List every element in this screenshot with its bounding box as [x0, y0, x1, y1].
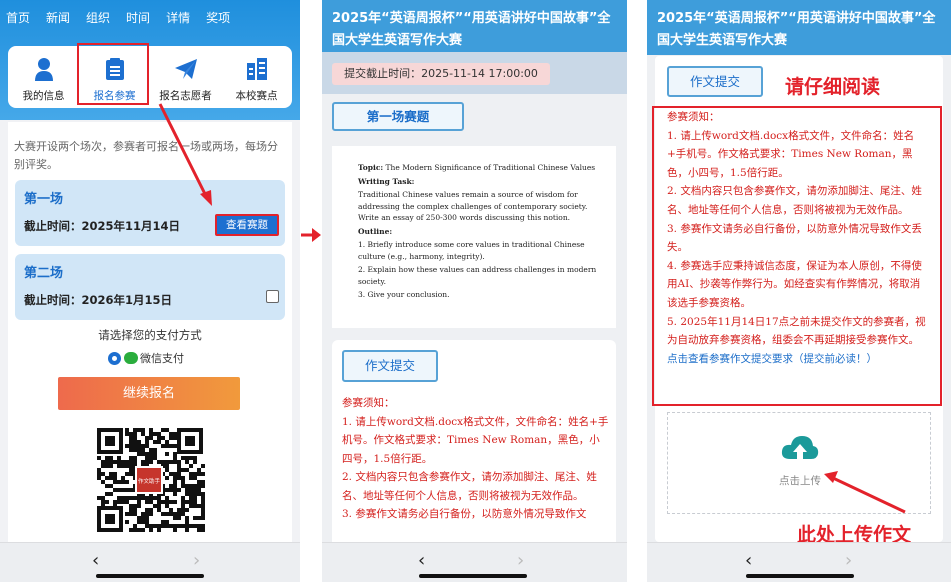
notice-item: 3. 参赛作文请务必自行备份，以防意外情况导致作文	[342, 508, 587, 520]
home-indicator	[746, 574, 854, 578]
topic-label: Topic:	[358, 163, 384, 172]
task-text: Traditional Chinese values remain a sour…	[358, 190, 588, 222]
submission-card: 作文提交 参赛须知： 1. 请上传word文档.docx格式文件，文件命名：姓名…	[332, 340, 616, 550]
notice-title: 参赛须知：	[342, 397, 395, 409]
round-1-tab[interactable]: 第一场赛题	[332, 102, 464, 131]
topic-text: The Modern Significance of Traditional C…	[385, 163, 596, 172]
bottom-nav-bar: ‹ ›	[0, 542, 300, 582]
bottom-nav-bar: ‹ ›	[322, 542, 627, 582]
back-button[interactable]: ‹	[745, 552, 752, 570]
notice-item: 2. 文档内容只包含参赛作文，请勿添加脚注、尾注、姓名、地址等任何个人信息，否则…	[342, 471, 597, 502]
bottom-nav-bar: ‹ ›	[647, 542, 951, 582]
submission-deadline: 提交截止时间：2025-11-14 17:00:00	[332, 63, 550, 85]
task-label: Writing Task:	[358, 176, 415, 186]
page-title: 2025年“英语周报杯”“用英语讲好中国故事”全国大学生英语写作大赛	[332, 11, 611, 48]
home-indicator	[96, 574, 204, 578]
home-indicator	[419, 574, 527, 578]
writing-prompt-document: Topic: The Modern Significance of Tradit…	[332, 146, 616, 328]
submit-essay-tab[interactable]: 作文提交	[342, 350, 438, 382]
annotation-arrow-3	[824, 471, 906, 514]
forward-button[interactable]: ›	[517, 552, 524, 570]
annotation-arrow-1	[158, 103, 212, 206]
outline-item: 2. Explain how these values can address …	[358, 265, 597, 286]
notice-list: 参赛须知： 1. 请上传word文档.docx格式文件，文件命名：姓名+手机号。…	[342, 394, 610, 524]
phone-screen-submission: 2025年“英语周报杯”“用英语讲好中国故事”全国大学生英语写作大赛 作文提交 …	[647, 0, 951, 582]
outline-item: 1. Briefly introduce some core values in…	[358, 240, 585, 261]
outline-item: 3. Give your conclusion.	[358, 290, 450, 299]
phone-screen-registration: 首页 新闻 组织 时间 详情 奖项 我的信息 报名参赛 报名志愿者 本校赛点 大…	[0, 0, 300, 582]
back-button[interactable]: ‹	[92, 552, 99, 570]
forward-button[interactable]: ›	[193, 552, 200, 570]
forward-button[interactable]: ›	[845, 552, 852, 570]
outline-label: Outline:	[358, 226, 393, 236]
notice-item: 1. 请上传word文档.docx格式文件，文件命名：姓名+手机号。作文格式要求…	[342, 415, 609, 465]
flow-arrow-icon	[301, 228, 321, 242]
back-button[interactable]: ‹	[418, 552, 425, 570]
phone-screen-question: 2025年“英语周报杯”“用英语讲好中国故事”全国大学生英语写作大赛 提交截止时…	[322, 0, 627, 582]
